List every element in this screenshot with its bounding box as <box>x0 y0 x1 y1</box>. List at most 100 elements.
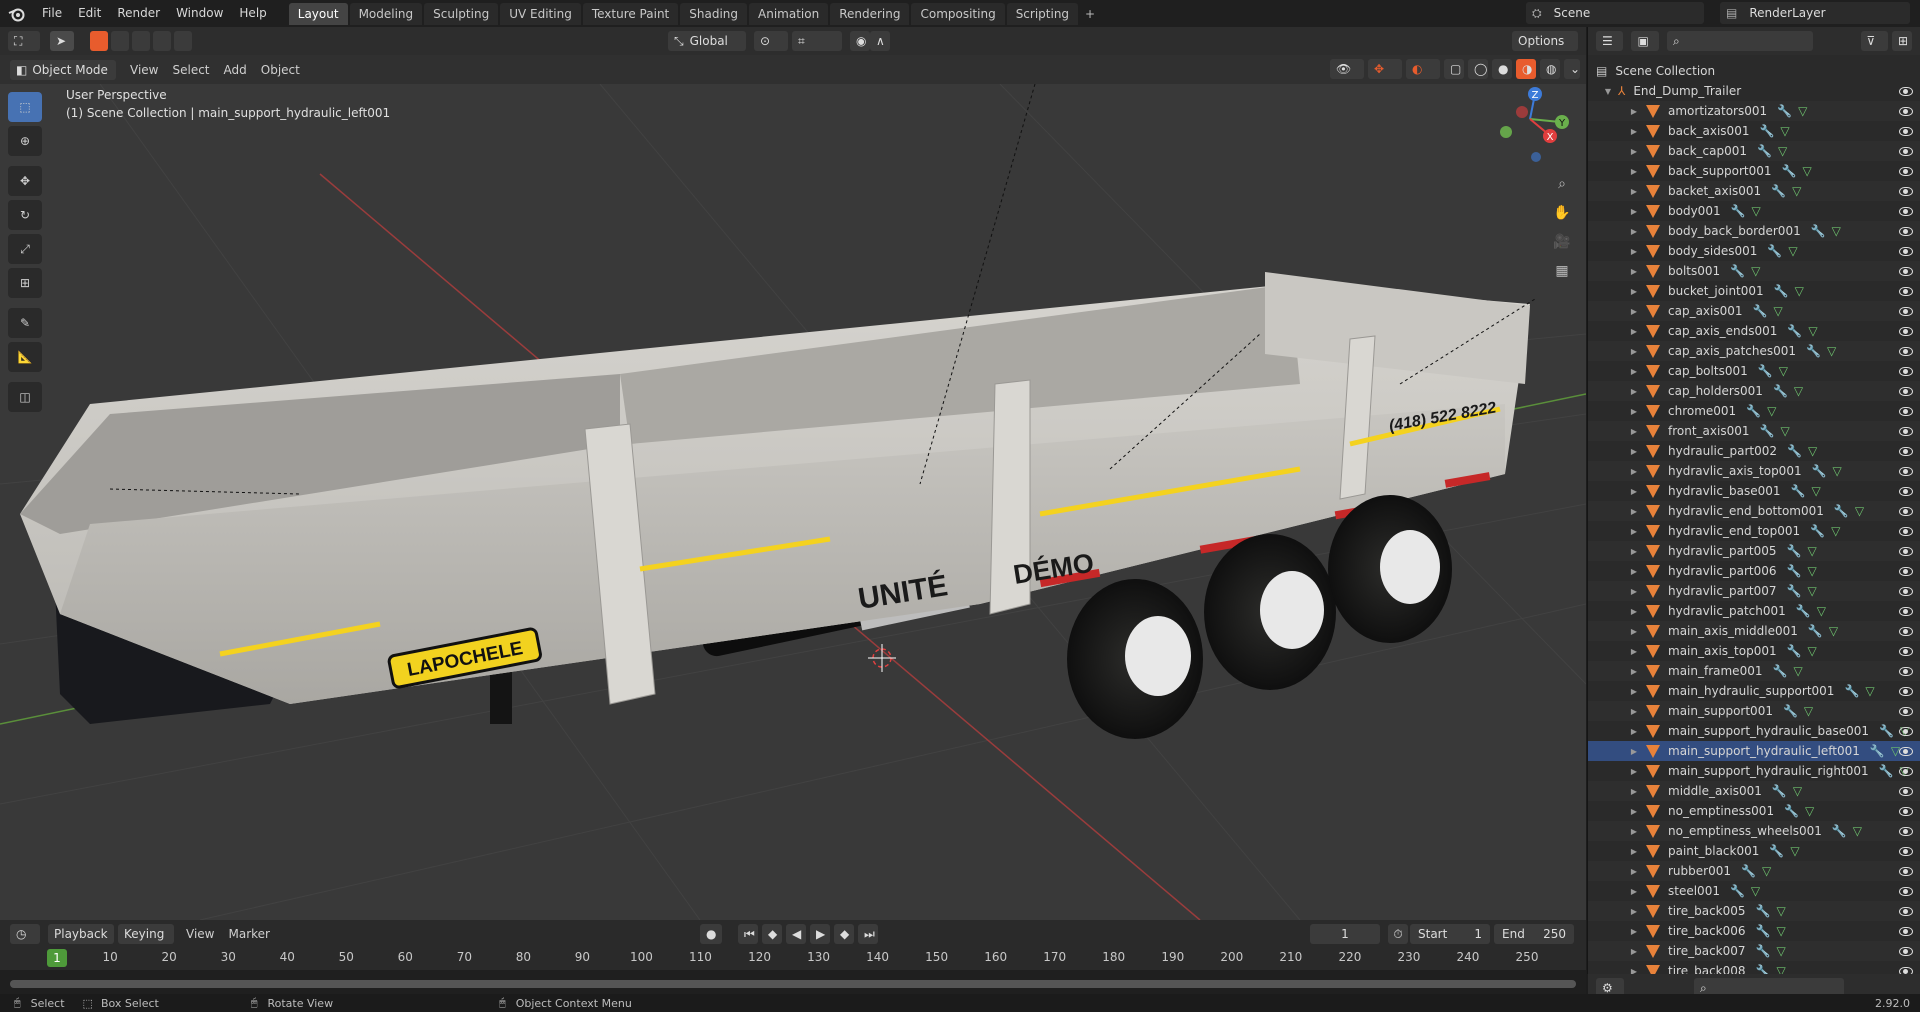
start-frame-field[interactable]: Start 1 <box>1410 924 1490 944</box>
visibility-eye-icon[interactable] <box>1899 186 1913 196</box>
navigation-gizmo[interactable]: Z Y X <box>1500 87 1569 162</box>
outliner-item[interactable]: ▶ main_support_hydraulic_right001 🔧 ▽ <box>1588 761 1920 781</box>
visibility-eye-icon[interactable] <box>1899 606 1913 616</box>
modifier-wrench-icon[interactable]: 🔧 <box>1731 204 1746 218</box>
end-frame-field[interactable]: End 250 <box>1494 924 1574 944</box>
expand-arrow-icon[interactable]: ▶ <box>1628 507 1640 516</box>
expand-arrow-icon[interactable]: ▶ <box>1628 627 1640 636</box>
timeline-scrollbar[interactable] <box>10 980 1576 988</box>
modifier-wrench-icon[interactable]: 🔧 <box>1757 144 1772 158</box>
mesh-data-icon[interactable]: ▽ <box>1807 544 1816 558</box>
scrollbar-thumb[interactable] <box>10 980 1576 988</box>
tab-shading[interactable]: Shading <box>680 2 747 25</box>
mesh-data-icon[interactable]: ▽ <box>1776 944 1785 958</box>
expand-arrow-icon[interactable]: ▶ <box>1628 247 1640 256</box>
visibility-eye-icon[interactable] <box>1899 226 1913 236</box>
trailer-collection-row[interactable]: ▼ ⅄ End_Dump_Trailer <box>1588 81 1920 101</box>
menu-add[interactable]: Add <box>224 63 247 77</box>
expand-arrow-icon[interactable]: ▶ <box>1628 487 1640 496</box>
expand-arrow-icon[interactable]: ▶ <box>1628 287 1640 296</box>
mesh-data-icon[interactable]: ▽ <box>1865 684 1874 698</box>
mesh-data-icon[interactable]: ▽ <box>1751 884 1760 898</box>
outliner-item[interactable]: ▶ main_axis_middle001 🔧 ▽ <box>1588 621 1920 641</box>
outliner-item[interactable]: ▶ no_emptiness001 🔧 ▽ <box>1588 801 1920 821</box>
select-intersect-icon[interactable] <box>174 31 192 51</box>
outliner-item[interactable]: ▶ back_axis001 🔧 ▽ <box>1588 121 1920 141</box>
new-collection-icon[interactable]: ⊞ <box>1892 31 1912 51</box>
outliner-item[interactable]: ▶ body_sides001 🔧 ▽ <box>1588 241 1920 261</box>
scene-selector[interactable]: ⛭ Scene <box>1526 2 1704 24</box>
next-keyframe-icon[interactable]: ◆ <box>834 924 854 944</box>
outliner-item[interactable]: ▶ main_axis_top001 🔧 ▽ <box>1588 641 1920 661</box>
mesh-data-icon[interactable]: ▽ <box>1793 784 1802 798</box>
mesh-data-icon[interactable]: ▽ <box>1795 284 1804 298</box>
modifier-wrench-icon[interactable]: 🔧 <box>1759 124 1774 138</box>
outliner-item[interactable]: ▶ back_support001 🔧 ▽ <box>1588 161 1920 181</box>
outliner-item[interactable]: ▶ bolts001 🔧 ▽ <box>1588 261 1920 281</box>
mesh-data-icon[interactable]: ▽ <box>1776 964 1785 974</box>
timeline-editor-icon[interactable]: ◷ <box>10 924 40 944</box>
3d-viewport[interactable]: LAPOCHELE UNITÉ DÉMO (418) 522 8222 Z Y … <box>0 84 1586 920</box>
select-box-tool-icon[interactable]: ⬚ <box>8 92 42 122</box>
3d-cursor[interactable] <box>868 644 896 672</box>
play-reverse-icon[interactable]: ◀ <box>786 924 806 944</box>
expand-arrow-icon[interactable]: ▶ <box>1628 907 1640 916</box>
mesh-data-icon[interactable]: ▽ <box>1767 404 1776 418</box>
expand-arrow-icon[interactable]: ▶ <box>1628 707 1640 716</box>
modifier-wrench-icon[interactable]: 🔧 <box>1756 964 1771 974</box>
visibility-eye-icon[interactable] <box>1899 426 1913 436</box>
move-tool-icon[interactable]: ✥ <box>8 166 42 196</box>
outliner-item[interactable]: ▶ steel001 🔧 ▽ <box>1588 881 1920 901</box>
mesh-data-icon[interactable]: ▽ <box>1833 464 1842 478</box>
expand-arrow-icon[interactable]: ▶ <box>1628 967 1640 975</box>
visibility-eye-icon[interactable] <box>1899 886 1913 896</box>
expand-arrow-icon[interactable]: ▶ <box>1628 947 1640 956</box>
tab-sculpting[interactable]: Sculpting <box>424 2 499 25</box>
expand-arrow-icon[interactable]: ▶ <box>1628 227 1640 236</box>
tab-compositing[interactable]: Compositing <box>911 2 1005 25</box>
select-tool-icon[interactable]: ➤ <box>50 31 74 51</box>
visibility-eye-icon[interactable] <box>1899 446 1913 456</box>
modifier-wrench-icon[interactable]: 🔧 <box>1756 944 1771 958</box>
modifier-wrench-icon[interactable]: 🔧 <box>1741 864 1756 878</box>
object-mode-dropdown[interactable]: ◧ Object Mode <box>10 59 116 80</box>
play-icon[interactable]: ▶ <box>810 924 830 944</box>
visibility-eye-icon[interactable] <box>1899 806 1913 816</box>
expand-arrow-icon[interactable]: ▶ <box>1628 667 1640 676</box>
visibility-eye-icon[interactable] <box>1899 166 1913 176</box>
modifier-wrench-icon[interactable]: 🔧 <box>1777 104 1792 118</box>
mesh-data-icon[interactable]: ▽ <box>1829 624 1838 638</box>
outliner-item[interactable]: ▶ no_emptiness_wheels001 🔧 ▽ <box>1588 821 1920 841</box>
select-new-icon[interactable] <box>90 31 108 51</box>
outliner-item[interactable]: ▶ middle_axis001 🔧 ▽ <box>1588 781 1920 801</box>
scale-tool-icon[interactable]: ⤢ <box>8 234 42 264</box>
rotate-tool-icon[interactable]: ↻ <box>8 200 42 230</box>
visibility-eye-icon[interactable] <box>1899 346 1913 356</box>
expand-arrow-icon[interactable]: ▶ <box>1628 527 1640 536</box>
menu-edit[interactable]: Edit <box>70 0 109 27</box>
outliner-item[interactable]: ▶ hydravlic_end_top001 🔧 ▽ <box>1588 521 1920 541</box>
tab-modeling[interactable]: Modeling <box>349 2 423 25</box>
expand-arrow-icon[interactable]: ▶ <box>1628 187 1640 196</box>
modifier-wrench-icon[interactable]: 🔧 <box>1774 284 1789 298</box>
modifier-wrench-icon[interactable]: 🔧 <box>1879 764 1894 778</box>
menu-window[interactable]: Window <box>168 0 231 27</box>
outliner-item[interactable]: ▶ main_frame001 🔧 ▽ <box>1588 661 1920 681</box>
outliner-item[interactable]: ▶ chrome001 🔧 ▽ <box>1588 401 1920 421</box>
expand-arrow-icon[interactable]: ▶ <box>1628 807 1640 816</box>
outliner-item[interactable]: ▶ body_back_border001 🔧 ▽ <box>1588 221 1920 241</box>
mesh-data-icon[interactable]: ▽ <box>1807 564 1816 578</box>
expand-arrow-icon[interactable]: ▶ <box>1628 207 1640 216</box>
modifier-wrench-icon[interactable]: 🔧 <box>1811 224 1826 238</box>
outliner-item[interactable]: ▶ amortizators001 🔧 ▽ <box>1588 101 1920 121</box>
mesh-data-icon[interactable]: ▽ <box>1788 244 1797 258</box>
mesh-data-icon[interactable]: ▽ <box>1790 844 1799 858</box>
expand-arrow-icon[interactable]: ▶ <box>1628 867 1640 876</box>
visibility-eye-icon[interactable] <box>1899 246 1913 256</box>
transform-tool-icon[interactable]: ⊞ <box>8 268 42 298</box>
visibility-eye-icon[interactable] <box>1899 146 1913 156</box>
modifier-wrench-icon[interactable]: 🔧 <box>1796 604 1811 618</box>
modifier-wrench-icon[interactable]: 🔧 <box>1746 404 1761 418</box>
expand-arrow-icon[interactable]: ▶ <box>1628 107 1640 116</box>
outliner-item[interactable]: ▶ tire_back008 🔧 ▽ <box>1588 961 1920 974</box>
